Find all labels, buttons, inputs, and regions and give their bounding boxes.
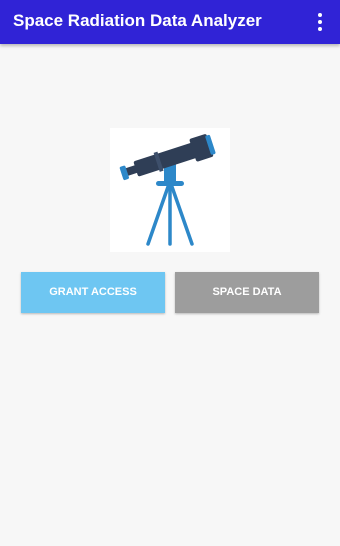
- telescope-illustration: [110, 128, 230, 252]
- grant-access-button[interactable]: GRANT ACCESS: [21, 272, 165, 313]
- app-title: Space Radiation Data Analyzer: [13, 11, 262, 30]
- app-bar: Space Radiation Data Analyzer: [0, 0, 340, 44]
- main-content: GRANT ACCESS SPACE DATA: [0, 44, 340, 546]
- space-data-button[interactable]: SPACE DATA: [175, 272, 319, 313]
- menu-dot: [318, 20, 322, 24]
- menu-dot: [318, 13, 322, 17]
- telescope-icon: [119, 134, 216, 246]
- more-vert-icon[interactable]: [308, 8, 332, 36]
- menu-dot: [318, 27, 322, 31]
